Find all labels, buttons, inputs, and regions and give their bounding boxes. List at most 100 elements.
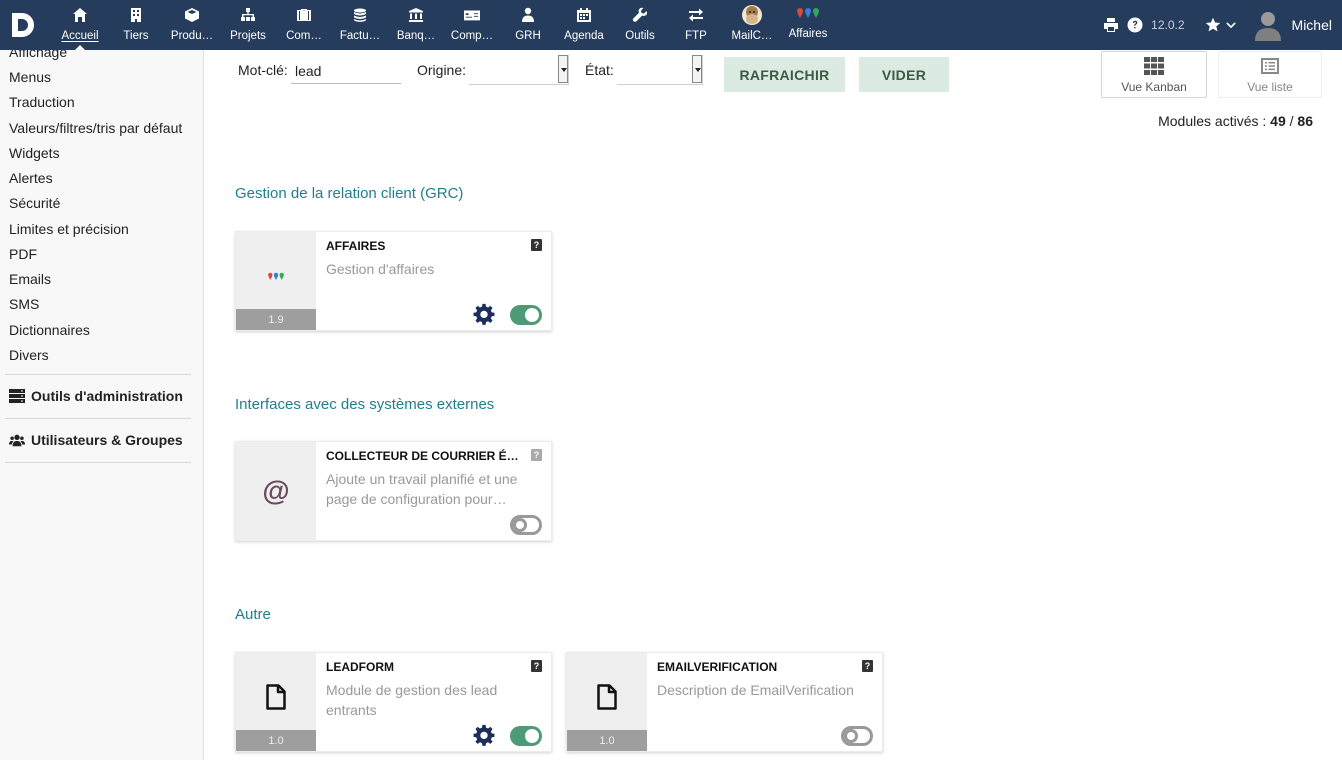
keyword-label: Mot-clé:	[238, 62, 288, 78]
username[interactable]: Michel	[1292, 17, 1332, 33]
wrench-icon	[632, 7, 647, 22]
sidebar-item-limites[interactable]: Limites et précision	[9, 221, 129, 237]
dolibarr-logo-icon[interactable]	[8, 9, 40, 41]
module-card-affaires: 1.9 AFFAIRES Gestion d'affaires ?	[235, 231, 552, 331]
nav-tiers[interactable]: Tiers	[108, 0, 164, 50]
nav-label: MailC…	[731, 30, 773, 42]
nav-produits[interactable]: Produ…	[164, 0, 220, 50]
coins-icon	[354, 8, 366, 22]
module-title[interactable]: EMAILVERIFICATION	[657, 660, 852, 674]
modules-count-label: Modules activés :	[1158, 113, 1267, 129]
nav-label: Tiers	[123, 30, 149, 42]
top-navbar: Accueil Tiers Produ… Projets Com… Factu……	[0, 0, 1342, 51]
nav-banque[interactable]: Banq…	[388, 0, 444, 50]
nav-affaires[interactable]: Affaires	[780, 0, 836, 50]
origin-select[interactable]	[469, 55, 569, 85]
suitcase-icon	[297, 9, 311, 21]
version-label: 12.0.2	[1151, 18, 1185, 32]
cube-icon	[185, 8, 199, 22]
help-icon[interactable]	[1127, 17, 1143, 33]
print-icon[interactable]	[1103, 17, 1119, 33]
clear-button[interactable]: VIDER	[859, 57, 949, 92]
star-icon[interactable]	[1205, 17, 1221, 33]
sidebar-item-emails[interactable]: Emails	[9, 271, 51, 287]
state-select[interactable]	[617, 55, 703, 85]
list-view-button[interactable]: Vue liste	[1218, 51, 1322, 98]
module-enable-toggle[interactable]	[510, 515, 542, 535]
nav-accueil[interactable]: Accueil	[52, 0, 108, 51]
sidebar-item-pdf[interactable]: PDF	[9, 246, 37, 262]
sitemap-icon	[241, 8, 255, 21]
sidebar-item-sms[interactable]: SMS	[9, 296, 39, 312]
at-icon: @	[262, 475, 290, 506]
help-icon[interactable]: ?	[531, 449, 542, 461]
list-view-label: Vue liste	[1247, 80, 1293, 94]
nav-comptabilite[interactable]: Comp…	[444, 0, 500, 50]
section-title-grc: Gestion de la relation client (GRC)	[235, 185, 464, 202]
sidebar-admin-tools[interactable]: Outils d'administration	[9, 388, 183, 404]
kanban-view-label: Vue Kanban	[1121, 80, 1187, 94]
exchange-icon	[689, 8, 703, 22]
help-icon[interactable]: ?	[862, 660, 873, 672]
module-enable-toggle[interactable]	[510, 726, 542, 746]
list-icon	[1261, 58, 1279, 74]
modules-count-separator: /	[1289, 113, 1294, 129]
sidebar-item-widgets[interactable]: Widgets	[9, 145, 60, 161]
sidebar-users-groups[interactable]: Utilisateurs & Groupes	[9, 432, 183, 448]
help-icon[interactable]: ?	[531, 660, 542, 672]
help-icon[interactable]: ?	[531, 239, 542, 251]
sidebar-item-securite[interactable]: Sécurité	[9, 195, 60, 211]
sidebar-item-affichage[interactable]: Affichage	[9, 50, 67, 60]
kanban-view-button[interactable]: Vue Kanban	[1101, 51, 1207, 98]
nav-label: FTP	[685, 30, 707, 42]
modules-active-count: 49	[1270, 113, 1286, 129]
user-tie-icon	[522, 7, 534, 22]
nav-projets[interactable]: Projets	[220, 0, 276, 50]
modules-count: Modules activés : 49 / 86	[1158, 113, 1313, 129]
module-picture: @	[236, 442, 316, 540]
nav-mailchimp[interactable]: MailC…	[724, 0, 780, 50]
chevron-down-icon	[558, 55, 568, 83]
bank-icon	[409, 8, 423, 22]
module-enable-toggle[interactable]	[510, 305, 542, 325]
sidebar-item-dictionnaires[interactable]: Dictionnaires	[9, 322, 90, 338]
server-icon	[9, 389, 25, 403]
module-title[interactable]: LEADFORM	[326, 660, 521, 674]
users-icon	[9, 434, 25, 447]
nav-label: Projets	[230, 30, 266, 42]
nav-label: GRH	[515, 30, 541, 42]
module-enable-toggle[interactable]	[841, 726, 873, 746]
chevron-down-icon[interactable]	[1225, 20, 1236, 30]
nav-grh[interactable]: GRH	[500, 0, 556, 50]
gear-icon[interactable]	[473, 303, 495, 325]
nav-facturation[interactable]: Factu…	[332, 0, 388, 50]
sidebar-admin-tools-label: Outils d'administration	[31, 388, 183, 404]
nav-outils[interactable]: Outils	[612, 0, 668, 50]
nav-commercial[interactable]: Com…	[276, 0, 332, 50]
keyword-input[interactable]	[291, 58, 401, 84]
nav-label: Affaires	[788, 28, 828, 40]
sidebar-item-divers[interactable]: Divers	[9, 347, 49, 363]
topbar-tools: 12.0.2 Michel	[1103, 0, 1342, 50]
nav-ftp[interactable]: FTP	[668, 0, 724, 50]
money-check-icon	[464, 10, 480, 21]
module-title[interactable]: COLLECTEUR DE COURRIER É…	[326, 449, 521, 463]
module-version: 1.9	[236, 309, 316, 330]
sidebar-item-alertes[interactable]: Alertes	[9, 170, 53, 186]
nav-label: Agenda	[564, 30, 604, 42]
nav-label: Banq…	[396, 30, 436, 42]
module-version: 1.0	[236, 730, 316, 751]
avatar[interactable]	[1254, 9, 1282, 41]
sidebar-item-valeurs[interactable]: Valeurs/filtres/tris par défaut	[9, 120, 182, 136]
refresh-button[interactable]: RAFRAICHIR	[724, 57, 845, 92]
gear-icon[interactable]	[473, 724, 495, 746]
module-card-leadform: 1.0 LEADFORM Module de gestion des lead …	[235, 652, 552, 752]
module-title[interactable]: AFFAIRES	[326, 239, 521, 253]
nav-agenda[interactable]: Agenda	[556, 0, 612, 50]
sidebar-item-menus[interactable]: Menus	[9, 69, 51, 85]
sidebar-item-traduction[interactable]: Traduction	[9, 94, 75, 110]
nav-label: Comp…	[450, 30, 494, 42]
pins-icon	[797, 8, 819, 18]
nav-label: Accueil	[61, 30, 99, 42]
sidebar-divider	[5, 462, 191, 463]
